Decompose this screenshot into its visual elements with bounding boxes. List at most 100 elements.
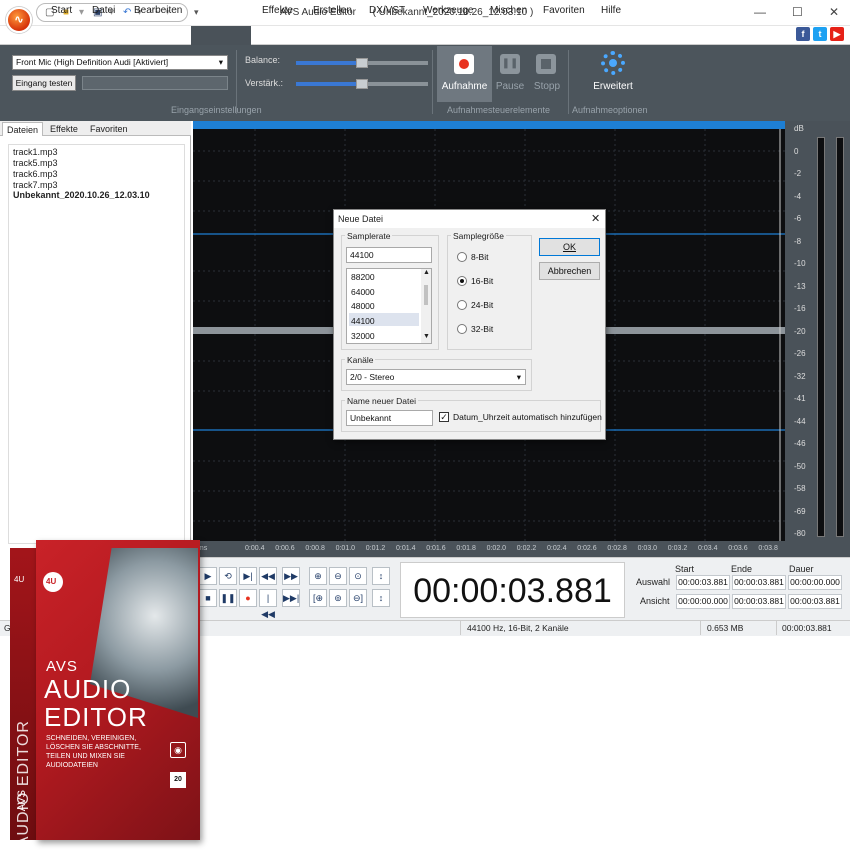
time-tick: 0:01.0 — [335, 545, 356, 552]
advanced-button[interactable]: Erweitert — [585, 46, 641, 102]
list-item-active[interactable]: Unbekannt_2020.10.26_12.03.10 — [13, 190, 150, 200]
pause-icon: ❚❚ — [500, 54, 520, 74]
time-tick: 0:00.4 — [245, 545, 265, 552]
channels-select[interactable]: 2/0 - Stereo ▾ — [346, 369, 526, 385]
selection-end-field[interactable]: 00:00:03.881 — [732, 575, 786, 590]
customize-qat-icon[interactable]: ▾ — [194, 7, 199, 18]
box-brand: AVS — [46, 658, 78, 675]
list-item[interactable]: track6.mp3 — [13, 169, 58, 179]
record-transport-button[interactable]: ● — [239, 589, 257, 607]
db-tick: -50 — [794, 461, 806, 471]
zoom-selection-icon[interactable]: ⊙ — [349, 567, 367, 585]
scroll-thumb[interactable] — [424, 285, 428, 305]
list-item[interactable]: 44100 — [349, 316, 419, 326]
radio-24bit[interactable] — [457, 300, 467, 310]
list-item[interactable]: 32000 — [349, 331, 419, 341]
fast-forward-button[interactable]: ▶▶ — [282, 567, 300, 585]
tab-effekte[interactable]: Effekte — [262, 5, 293, 16]
tab-dxvst[interactable]: DX/VST — [369, 5, 405, 16]
tab-favoriten[interactable]: Favoriten — [543, 5, 585, 16]
box-title-2: EDITOR — [44, 702, 148, 732]
pause-button[interactable]: ❚❚ Pause — [496, 46, 525, 102]
loop-button[interactable]: ⟲ — [219, 567, 237, 585]
db-tick: -69 — [794, 506, 806, 516]
record-button[interactable]: Aufnahme — [437, 46, 492, 102]
list-item[interactable]: track7.mp3 — [13, 180, 58, 190]
zoom-vertical-in-icon[interactable]: ↕ — [372, 567, 390, 585]
tab-start[interactable]: Start — [51, 5, 72, 16]
cancel-button[interactable]: Abbrechen — [539, 262, 600, 280]
waveform-overview-bar[interactable] — [193, 121, 785, 129]
app-logo-icon[interactable]: ∿ — [6, 7, 32, 33]
time-tick: 0:02.6 — [577, 545, 597, 552]
facebook-icon[interactable]: f — [796, 27, 810, 41]
selection-start-field[interactable]: 00:00:03.881 — [676, 575, 730, 590]
tab-hilfe[interactable]: Hilfe — [601, 5, 621, 16]
gain-slider[interactable] — [296, 79, 428, 89]
stop-button[interactable]: Stopp — [532, 46, 562, 102]
tab-effekte-panel[interactable]: Effekte — [46, 122, 82, 136]
radio-8bit[interactable] — [457, 252, 467, 262]
go-to-start-button[interactable]: |◀◀ — [259, 589, 277, 619]
list-scrollbar[interactable]: ▲ ▼ — [421, 269, 431, 343]
list-item[interactable]: 88200 — [349, 272, 419, 282]
zoom-fit-icon[interactable]: [⊕ — [309, 589, 327, 607]
ok-button[interactable]: OK — [539, 238, 600, 256]
close-button[interactable]: ✕ — [829, 5, 839, 19]
view-duration-field[interactable]: 00:00:03.881 — [788, 594, 842, 609]
list-item[interactable]: track1.mp3 — [13, 147, 58, 157]
list-item[interactable]: track5.mp3 — [13, 158, 58, 168]
radio-8bit-label: 8-Bit — [471, 252, 489, 262]
tab-aufnahme[interactable]: Aufnahme — [199, 5, 245, 16]
list-item[interactable]: 64000 — [349, 287, 419, 297]
twitter-icon[interactable]: t — [813, 27, 827, 41]
input-device-select[interactable]: Front Mic (High Definition Audi [Aktivie… — [12, 55, 228, 70]
selection-duration-field[interactable]: 00:00:00.000 — [788, 575, 842, 590]
scroll-down-icon[interactable]: ▼ — [423, 333, 430, 340]
zoom-out-icon[interactable]: ⊖ — [329, 567, 347, 585]
test-input-button[interactable]: Eingang testen — [12, 75, 76, 91]
zoom-all-icon[interactable]: ⊚ — [329, 589, 347, 607]
youtube-icon[interactable]: ▶ — [830, 27, 844, 41]
radio-32bit[interactable] — [457, 324, 467, 334]
zoom-in-icon[interactable]: ⊕ — [309, 567, 327, 585]
menu-bar — [0, 26, 850, 45]
tab-werkzeuge[interactable]: Werkzeuge — [423, 5, 473, 16]
scroll-up-icon[interactable]: ▲ — [423, 269, 430, 276]
tab-favoriten-panel[interactable]: Favoriten — [86, 122, 132, 136]
radio-16bit[interactable] — [457, 276, 467, 286]
pause-transport-button[interactable]: ❚❚ — [219, 589, 237, 607]
dialog-close-button[interactable]: ✕ — [591, 212, 600, 225]
rewind-button[interactable]: ◀◀ — [259, 567, 277, 585]
go-to-end-button[interactable]: ▶▶| — [282, 589, 300, 607]
auto-datetime-checkbox[interactable]: ✓ — [439, 412, 449, 422]
tab-datei[interactable]: Datei — [92, 5, 115, 16]
zoom-out-full-icon[interactable]: ⊖] — [349, 589, 367, 607]
stop-transport-button[interactable]: ■ — [199, 589, 217, 607]
tab-dateien[interactable]: Dateien — [2, 122, 44, 136]
balance-slider[interactable] — [296, 58, 428, 68]
play-selection-button[interactable]: ▶| — [239, 567, 257, 585]
zoom-vertical-out-icon[interactable]: ↕ — [372, 589, 390, 607]
view-end-field[interactable]: 00:00:03.881 — [732, 594, 786, 609]
db-tick: -8 — [794, 236, 802, 246]
undo-icon[interactable]: ↶ — [123, 7, 131, 19]
samplerate-input[interactable]: 44100 — [346, 247, 432, 263]
tab-mischen[interactable]: Mischen — [490, 5, 527, 16]
minimize-button[interactable]: — — [754, 5, 766, 19]
db-tick: -80 — [794, 529, 806, 538]
db-tick: -2 — [794, 169, 802, 178]
maximize-button[interactable]: ☐ — [792, 5, 803, 19]
tab-erstellen[interactable]: Erstellen — [313, 5, 352, 16]
divider — [700, 621, 701, 635]
list-item[interactable]: 48000 — [349, 301, 419, 311]
tab-bearbeiten[interactable]: Bearbeiten — [134, 5, 182, 16]
play-button[interactable]: ▶ — [199, 567, 217, 585]
time-display: 00:00:03.881 — [400, 562, 625, 618]
dropdown-icon[interactable]: ▾ — [79, 7, 84, 19]
balance-slider-thumb[interactable] — [356, 58, 368, 68]
gain-slider-thumb[interactable] — [356, 79, 368, 89]
filename-input[interactable]: Unbekannt — [346, 410, 433, 426]
view-start-field[interactable]: 00:00:00.000 — [676, 594, 730, 609]
vu-meter-left — [817, 137, 825, 537]
